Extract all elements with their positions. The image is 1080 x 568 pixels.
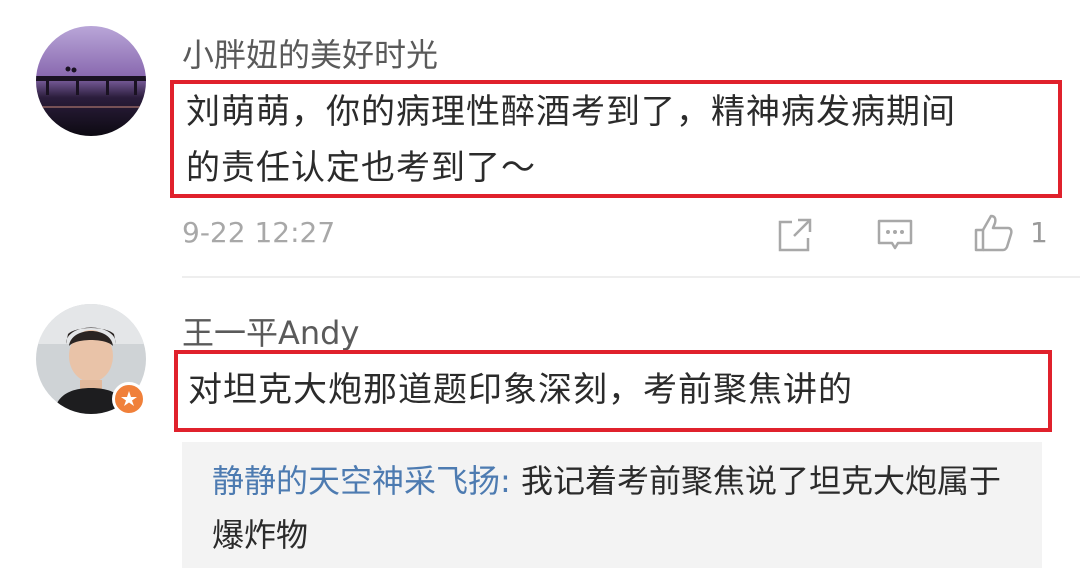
reply-separator: : <box>500 462 511 500</box>
like-count: 1 <box>1030 216 1048 249</box>
verified-star-badge-icon <box>112 382 146 416</box>
comment-text-line: 的责任认定也考到了～ <box>186 148 536 188</box>
comment-username[interactable]: 小胖妞的美好时光 <box>182 30 438 76</box>
like-button[interactable] <box>972 212 1014 254</box>
reply-author[interactable]: 静静的天空神采飞扬 <box>212 462 500 500</box>
avatar-sunset-bridge-icon <box>36 26 146 136</box>
thumbs-up-icon <box>974 214 1013 252</box>
share-button[interactable] <box>776 216 814 254</box>
avatar[interactable] <box>36 26 146 136</box>
comment-text-line: 刘萌萌，你的病理性醉酒考到了，精神病发病期间 <box>186 92 956 132</box>
comment-text: 对坦克大炮那道题印象深刻，考前聚焦讲的 <box>188 370 853 410</box>
comment-username[interactable]: 王一平Andy <box>182 308 359 354</box>
reply-text: 静静的天空神采飞扬: 我记着考前聚焦说了坦克大炮属于爆炸物 <box>212 454 1012 562</box>
share-icon <box>778 218 812 252</box>
reply-block[interactable]: 静静的天空神采飞扬: 我记着考前聚焦说了坦克大炮属于爆炸物 <box>182 442 1042 568</box>
comment-item: 小胖妞的美好时光 刘萌萌，你的病理性醉酒考到了，精神病发病期间 的责任认定也考到… <box>0 0 1080 290</box>
comment-icon <box>877 219 913 250</box>
comment-timestamp: 9-22 12:27 <box>182 216 336 249</box>
comment-button[interactable] <box>876 216 914 254</box>
comment-text: 刘萌萌，你的病理性醉酒考到了，精神病发病期间 的责任认定也考到了～ <box>186 84 1056 196</box>
divider <box>182 276 1080 278</box>
